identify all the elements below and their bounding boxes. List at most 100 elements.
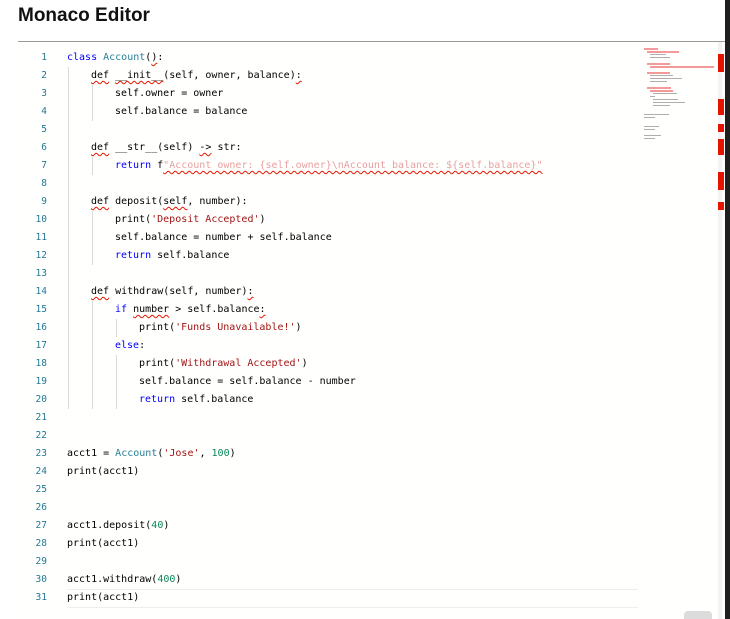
- vertical-scrollbar[interactable]: [725, 0, 730, 619]
- line-number: 29: [35, 556, 47, 567]
- code-token: def: [91, 196, 110, 207]
- code-line[interactable]: print(acct1): [67, 463, 139, 481]
- line-number: 7: [41, 160, 47, 171]
- code-token: Account: [115, 448, 158, 459]
- code-token: def: [91, 70, 110, 81]
- minimap-line: [647, 87, 672, 89]
- code-token: 'Withdrawal Accepted': [175, 358, 302, 369]
- minimap-line: [653, 102, 686, 103]
- line-number: 27: [35, 520, 47, 531]
- code-token: acct1.deposit(: [67, 520, 152, 531]
- code-token: return: [115, 160, 152, 171]
- line-number: 21: [35, 412, 47, 423]
- minimap-line: [650, 78, 683, 79]
- code-line[interactable]: def deposit(self, number):: [91, 193, 248, 211]
- code-token: deposit: [109, 196, 158, 207]
- code-token: self.balance: [175, 394, 254, 405]
- line-number: 20: [35, 394, 47, 405]
- code-token: class: [67, 52, 104, 63]
- line-number: 3: [41, 88, 47, 99]
- code-token: return: [139, 394, 176, 405]
- code-token: :: [247, 286, 254, 297]
- code-token: str:: [211, 142, 242, 153]
- code-token: print(: [115, 214, 152, 225]
- code-line[interactable]: self.owner = owner: [115, 85, 223, 103]
- minimap-line: [647, 51, 679, 53]
- minimap[interactable]: [644, 48, 718, 168]
- code-line[interactable]: print('Funds Unavailable!'): [139, 319, 302, 337]
- code-token: :: [157, 52, 164, 63]
- minimap-line: [644, 129, 655, 130]
- indent-guide: [92, 85, 93, 121]
- code-token: __str__(self): [109, 142, 200, 153]
- minimap-line: [653, 105, 671, 106]
- code-token: :: [259, 304, 266, 315]
- line-number: 24: [35, 466, 47, 477]
- minimap-line: [644, 117, 655, 118]
- line-number: 10: [35, 214, 47, 225]
- code-line[interactable]: def __init__(self, owner, balance):: [91, 67, 302, 85]
- code-token: ): [301, 358, 308, 369]
- page-title: Monaco Editor: [18, 5, 150, 26]
- minimap-line: [650, 57, 670, 58]
- code-line[interactable]: self.balance = self.balance - number: [139, 373, 356, 391]
- code-token: ): [259, 214, 266, 225]
- code-line[interactable]: class Account():: [67, 49, 163, 67]
- line-number: 16: [35, 322, 47, 333]
- resize-handle[interactable]: [684, 611, 712, 619]
- indent-guide: [92, 301, 93, 409]
- code-token: self.balance = self.balance - number: [139, 376, 356, 387]
- line-number: 15: [35, 304, 47, 315]
- line-number: 9: [41, 196, 47, 207]
- code-line[interactable]: print('Deposit Accepted'): [115, 211, 266, 229]
- code-token: number: [133, 304, 170, 315]
- line-number: 4: [41, 106, 47, 117]
- code-token: print(acct1): [67, 592, 140, 603]
- code-line[interactable]: print(acct1): [67, 535, 139, 553]
- code-line[interactable]: if number > self.balance:: [115, 301, 266, 319]
- minimap-line: [650, 66, 714, 68]
- code-editor[interactable]: 1 2 3 4 5 6 7 8 9 10 11 12 13 14 15 16 17 18 19 20 21 22 23 24 2…: [18, 42, 724, 619]
- code-token: 400: [157, 574, 176, 585]
- minimap-line: [644, 114, 670, 115]
- code-line[interactable]: acct1 = Account('Jose', 100): [67, 445, 236, 463]
- overview-ruler[interactable]: [718, 42, 724, 619]
- code-line[interactable]: return self.balance: [115, 247, 229, 265]
- code-token: def: [91, 286, 110, 297]
- code-line[interactable]: def withdraw(self, number):: [91, 283, 254, 301]
- minimap-line: [644, 138, 655, 139]
- code-token: print(: [139, 358, 176, 369]
- code-token: print(: [139, 322, 176, 333]
- error-marker: [718, 172, 724, 190]
- code-line[interactable]: print(acct1): [67, 589, 139, 607]
- line-number: 26: [35, 502, 47, 513]
- line-number: 8: [41, 178, 47, 189]
- code-token: else: [115, 340, 140, 351]
- error-marker: [718, 202, 724, 210]
- code-line[interactable]: else:: [115, 337, 145, 355]
- line-number: 5: [41, 124, 47, 135]
- code-line[interactable]: def __str__(self) -> str:: [91, 139, 242, 157]
- line-number: 18: [35, 358, 47, 369]
- error-marker: [718, 54, 724, 72]
- code-line[interactable]: self.balance = number + self.balance: [115, 229, 332, 247]
- code-token: __init__: [115, 70, 164, 81]
- code-line[interactable]: return self.balance: [139, 391, 253, 409]
- code-token: :: [139, 340, 146, 351]
- code-token: ): [229, 448, 236, 459]
- code-token: def: [91, 142, 110, 153]
- code-line[interactable]: return f"Account owner: {self.owner}\nAc…: [115, 157, 542, 175]
- code-token: ): [163, 520, 170, 531]
- code-line[interactable]: acct1.withdraw(400): [67, 571, 181, 589]
- code-line[interactable]: self.balance = balance: [115, 103, 247, 121]
- code-token: :: [295, 70, 302, 81]
- code-token: , number):: [187, 196, 248, 207]
- current-line-highlight: [67, 589, 638, 608]
- line-number: 1: [41, 52, 47, 63]
- error-marker: [718, 139, 724, 155]
- code-line[interactable]: print('Withdrawal Accepted'): [139, 355, 308, 373]
- line-number: 23: [35, 448, 47, 459]
- code-token: ): [295, 322, 302, 333]
- code-line[interactable]: acct1.deposit(40): [67, 517, 169, 535]
- minimap-line: [650, 75, 673, 76]
